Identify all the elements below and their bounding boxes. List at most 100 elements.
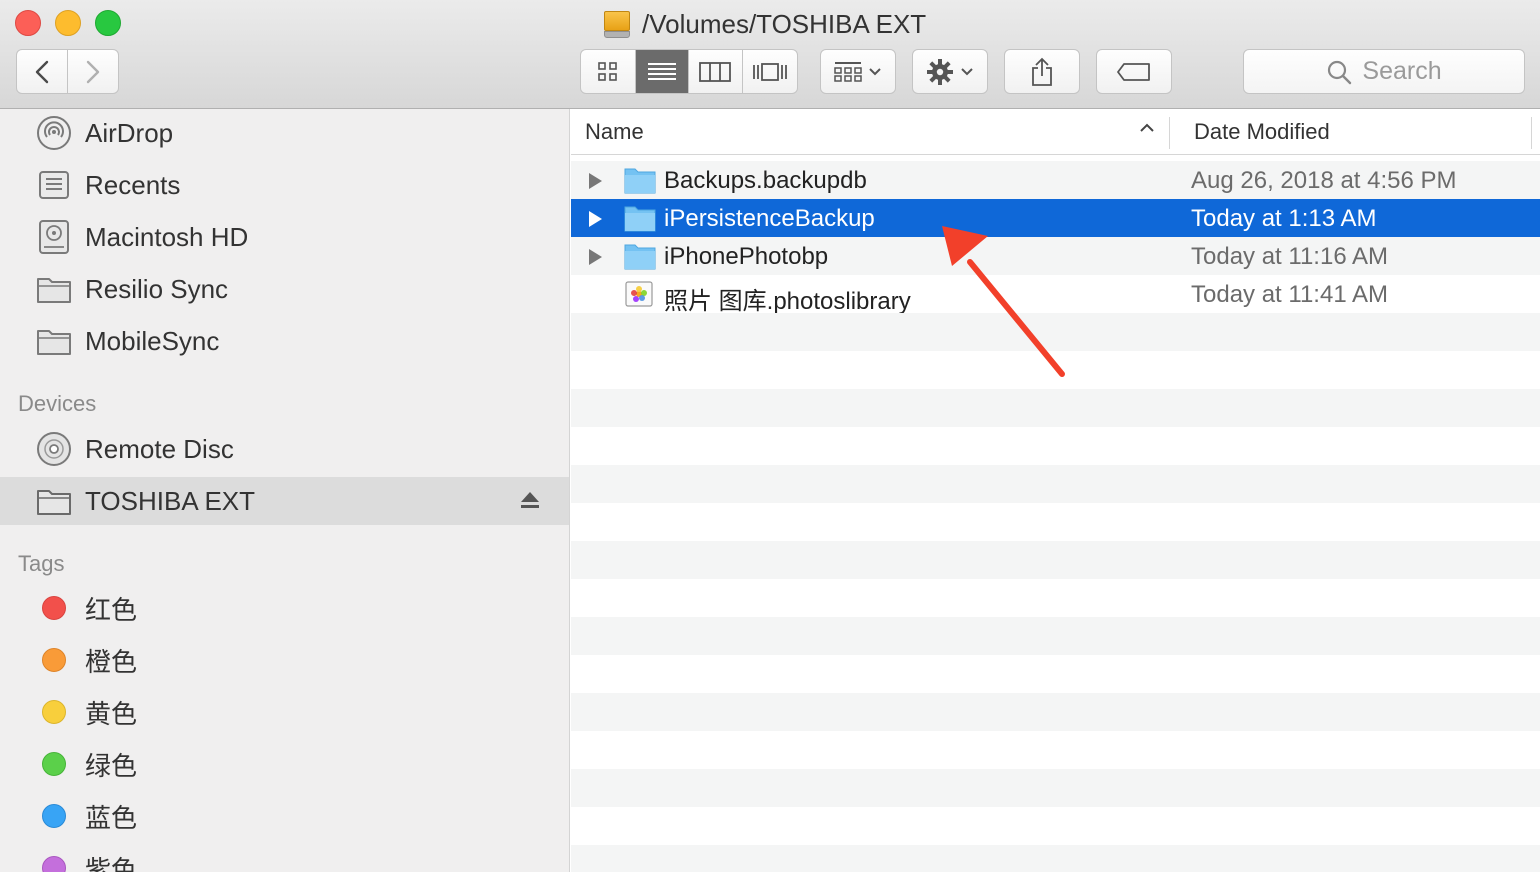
red-tag-dot-icon xyxy=(42,596,66,620)
sidebar-tag-blue[interactable]: 蓝色 xyxy=(0,792,569,840)
navigation-buttons xyxy=(16,49,119,94)
empty-row xyxy=(571,617,1540,655)
external-drive-icon xyxy=(604,9,630,39)
chevron-down-icon xyxy=(961,67,973,75)
sidebar-item-remote-disc[interactable]: Remote Disc xyxy=(0,425,569,473)
sidebar-tag-orange[interactable]: 橙色 xyxy=(0,636,569,684)
sidebar-item-label: TOSHIBA EXT xyxy=(85,485,256,516)
file-date-modified: Aug 26, 2018 at 4:56 PM xyxy=(1191,167,1457,194)
eject-button[interactable] xyxy=(520,491,540,514)
empty-row xyxy=(571,845,1540,872)
share-icon xyxy=(1032,57,1052,86)
icon-view-button[interactable] xyxy=(581,50,636,93)
sidebar-item-toshiba-ext[interactable]: TOSHIBA EXT xyxy=(0,477,569,525)
grid-icon xyxy=(597,61,617,81)
file-name: iPersistenceBackup xyxy=(664,205,875,232)
view-mode-control xyxy=(580,49,798,94)
folder-icon xyxy=(37,490,71,515)
sidebar-item-label: MobileSync xyxy=(85,325,220,356)
sidebar-item-label: Recents xyxy=(85,169,181,200)
sidebar-item-recents[interactable]: Recents xyxy=(0,161,569,209)
sidebar-tag-green[interactable]: 绿色 xyxy=(0,740,569,788)
file-name: Backups.backupdb xyxy=(664,167,867,194)
folder-icon xyxy=(624,168,656,194)
chevron-right-icon xyxy=(86,60,100,83)
sidebar-item-label: Resilio Sync xyxy=(85,273,229,304)
close-window-button[interactable] xyxy=(15,10,41,36)
disclosure-triangle-icon[interactable] xyxy=(587,210,603,228)
sidebar-tag-red[interactable]: 红色 xyxy=(0,584,569,632)
toolbar: /Volumes/TOSHIBA EXT Search xyxy=(0,0,1540,109)
file-date-modified: Today at 1:13 AM xyxy=(1191,205,1377,232)
folder-icon xyxy=(37,330,71,355)
folder-icon xyxy=(624,206,656,232)
arrange-button[interactable] xyxy=(820,49,896,94)
column-divider[interactable] xyxy=(1531,117,1532,149)
sort-ascending-icon xyxy=(1140,123,1154,132)
file-name: 照片 图库.photoslibrary xyxy=(664,288,911,315)
file-name: iPhonePhotobp xyxy=(664,243,829,270)
sidebar-item-macintosh-hd[interactable]: Macintosh HD xyxy=(0,213,569,261)
sidebar-item-label: Remote Disc xyxy=(85,433,234,464)
sidebar-tag-yellow[interactable]: 黄色 xyxy=(0,688,569,736)
columns-icon xyxy=(699,61,732,82)
column-divider[interactable] xyxy=(1169,117,1170,149)
file-date-modified: Today at 11:16 AM xyxy=(1191,243,1389,270)
sidebar-item-label: 橙色 xyxy=(85,646,138,677)
folder-icon xyxy=(624,244,656,270)
minimize-window-button[interactable] xyxy=(55,10,81,36)
empty-row xyxy=(571,693,1540,731)
sidebar-item-label: 黄色 xyxy=(85,698,138,729)
search-field[interactable]: Search xyxy=(1243,49,1525,94)
empty-row xyxy=(571,465,1540,503)
sidebar-item-mobilesync[interactable]: MobileSync xyxy=(0,317,569,365)
recents-icon xyxy=(39,171,69,199)
sidebar-item-airdrop[interactable]: AirDrop xyxy=(0,109,569,157)
back-button[interactable] xyxy=(17,50,68,93)
airdrop-icon xyxy=(37,116,71,150)
arrange-grid-icon xyxy=(834,61,862,82)
column-header-name[interactable]: Name xyxy=(585,119,644,145)
window-title-text: /Volumes/TOSHIBA EXT xyxy=(642,8,927,39)
photos-library-icon xyxy=(625,281,653,307)
zoom-window-button[interactable] xyxy=(95,10,121,36)
sidebar-item-label: AirDrop xyxy=(85,117,174,148)
sidebar-tag-purple[interactable]: 紫色 xyxy=(0,844,569,872)
chevron-down-icon xyxy=(869,67,881,75)
disc-icon xyxy=(37,432,71,466)
search-icon xyxy=(1328,60,1352,84)
purple-tag-dot-icon xyxy=(42,856,66,872)
tag-icon xyxy=(1117,62,1150,81)
finder-window: /Volumes/TOSHIBA EXT Search AirDrop Rece… xyxy=(0,0,1540,872)
blue-tag-dot-icon xyxy=(42,804,66,828)
sidebar-item-label: 紫色 xyxy=(85,854,138,872)
disclosure-triangle-icon[interactable] xyxy=(587,172,603,190)
column-view-button[interactable] xyxy=(689,50,743,93)
window-title: /Volumes/TOSHIBA EXT xyxy=(604,6,926,42)
gallery-view-button[interactable] xyxy=(743,50,797,93)
disclosure-triangle-icon[interactable] xyxy=(587,248,603,266)
gear-icon xyxy=(927,58,953,85)
file-row-backups-backupdb[interactable]: Backups.backupdb Aug 26, 2018 at 4:56 PM xyxy=(571,161,1540,199)
forward-button[interactable] xyxy=(68,50,118,93)
empty-row xyxy=(571,541,1540,579)
sidebar-item-label: 蓝色 xyxy=(85,802,138,833)
sidebar-item-label: 绿色 xyxy=(85,750,138,781)
sidebar-item-label: 红色 xyxy=(85,594,138,625)
list-view-button[interactable] xyxy=(635,50,689,93)
empty-row xyxy=(571,389,1540,427)
eject-icon xyxy=(521,492,539,508)
sidebar-item-resilio-sync[interactable]: Resilio Sync xyxy=(0,265,569,313)
yellow-tag-dot-icon xyxy=(42,700,66,724)
cover-flow-icon xyxy=(752,62,787,81)
column-header-date-modified[interactable]: Date Modified xyxy=(1194,119,1330,145)
list-icon xyxy=(647,62,676,80)
empty-row xyxy=(571,769,1540,807)
action-button[interactable] xyxy=(912,49,988,94)
sidebar-item-label: Macintosh HD xyxy=(85,221,249,252)
edit-tags-button[interactable] xyxy=(1096,49,1172,94)
folder-icon xyxy=(37,278,71,303)
column-header-row: Name Date Modified xyxy=(571,109,1540,155)
green-tag-dot-icon xyxy=(42,752,66,776)
share-button[interactable] xyxy=(1004,49,1080,94)
